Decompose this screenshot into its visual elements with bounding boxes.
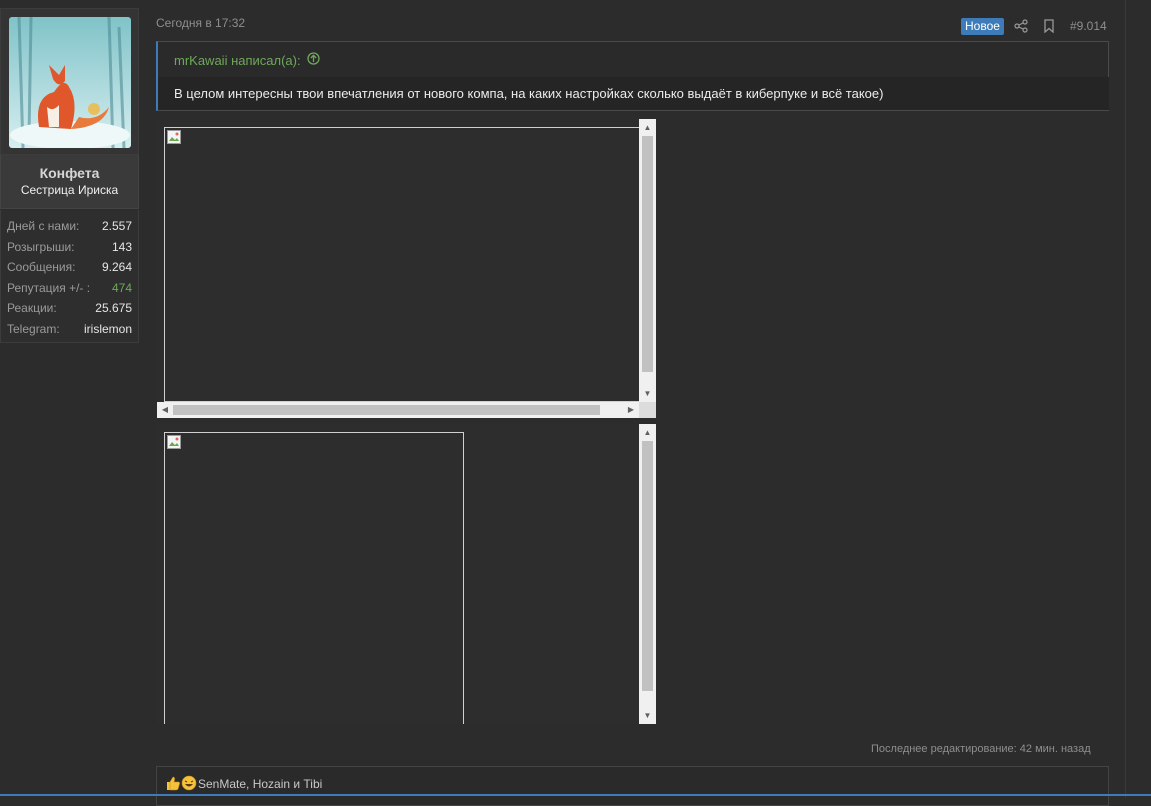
broken-image-icon	[167, 435, 181, 449]
scroll-thumb[interactable]	[642, 441, 653, 691]
laugh-icon	[181, 775, 197, 796]
horizontal-scrollbar[interactable]: ◀ ▶	[157, 402, 639, 418]
stat-row: Репутация +/- : 474	[1, 278, 138, 299]
scroll-up-icon[interactable]: ▲	[639, 424, 656, 441]
scroll-down-icon[interactable]: ▼	[639, 707, 656, 724]
stat-value: 2.557	[101, 219, 132, 234]
vertical-scrollbar[interactable]: ▲ ▼	[639, 119, 656, 402]
scroll-right-icon[interactable]: ▶	[623, 402, 639, 418]
reactions-bar[interactable]: SenMate, Hozain и Tibi	[156, 766, 1109, 806]
broken-image	[164, 127, 639, 402]
stat-label: Telegram:	[7, 321, 60, 336]
post-date[interactable]: Сегодня в 17:32	[156, 16, 245, 30]
stat-row: Telegram: irislemon	[1, 319, 138, 340]
scroll-up-icon[interactable]: ▲	[639, 119, 656, 136]
user-name-block: Конфета Сестрица Ириска	[0, 155, 139, 209]
stat-label: Сообщения:	[7, 260, 76, 275]
stat-label: Розыгрыши:	[7, 239, 75, 254]
quote-block: mrKawaii написал(а): В целом интересны т…	[156, 41, 1109, 111]
thumbs-up-icon	[165, 775, 181, 796]
broken-image-icon	[167, 130, 181, 144]
arrow-up-circle-icon[interactable]	[306, 52, 320, 68]
stat-row: Сообщения: 9.264	[1, 257, 138, 278]
quote-text: В целом интересны твои впечатления от но…	[158, 77, 1109, 110]
stat-row: Реакции: 25.675	[1, 298, 138, 319]
right-rail-divider	[1125, 0, 1126, 798]
reaction-icons	[165, 775, 197, 796]
vertical-scrollbar[interactable]: ▲ ▼	[639, 424, 656, 724]
user-name[interactable]: Конфета	[1, 165, 138, 181]
embed-viewport	[157, 119, 639, 402]
embed-frame[interactable]: ▲ ▼	[157, 424, 656, 724]
stat-row: Дней с нами: 2.557	[1, 216, 138, 237]
stat-label: Реакции:	[7, 301, 57, 316]
user-title: Сестрица Ириска	[20, 183, 119, 197]
scroll-left-icon[interactable]: ◀	[157, 402, 173, 418]
stat-row: Розыгрыши: 143	[1, 237, 138, 258]
quote-author[interactable]: mrKawaii написал(а):	[174, 53, 301, 68]
embed-viewport	[157, 424, 639, 724]
stat-value: 9.264	[101, 260, 132, 275]
user-stats: Дней с нами: 2.557 Розыгрыши: 143 Сообще…	[0, 210, 139, 343]
avatar[interactable]	[9, 17, 131, 148]
post-number-link[interactable]: #9.014	[1070, 19, 1107, 33]
scroll-down-icon[interactable]: ▼	[639, 385, 656, 402]
scroll-corner	[639, 402, 656, 418]
scroll-thumb[interactable]	[173, 405, 600, 415]
stat-label: Дней с нами:	[7, 219, 80, 234]
last-edit-note: Последнее редактирование: 42 мин. назад	[871, 743, 1091, 755]
reactions-users[interactable]: SenMate, Hozain и Tibi	[198, 777, 322, 791]
avatar-frame	[0, 8, 139, 155]
new-badge: Новое	[961, 18, 1004, 35]
broken-image	[164, 432, 464, 724]
embed-frame[interactable]: ▲ ▼ ◀ ▶	[157, 119, 656, 418]
bookmark-icon[interactable]	[1043, 19, 1055, 34]
stat-value: 474	[111, 280, 132, 295]
stat-value: 25.675	[95, 301, 132, 316]
stat-label: Репутация +/- :	[7, 280, 91, 295]
scroll-thumb[interactable]	[642, 136, 653, 372]
stat-value[interactable]: irislemon	[84, 322, 132, 336]
share-icon[interactable]	[1014, 19, 1028, 33]
quote-header[interactable]: mrKawaii написал(а):	[174, 52, 320, 68]
bottom-accent-line	[0, 794, 1151, 796]
stat-value: 143	[111, 239, 132, 254]
